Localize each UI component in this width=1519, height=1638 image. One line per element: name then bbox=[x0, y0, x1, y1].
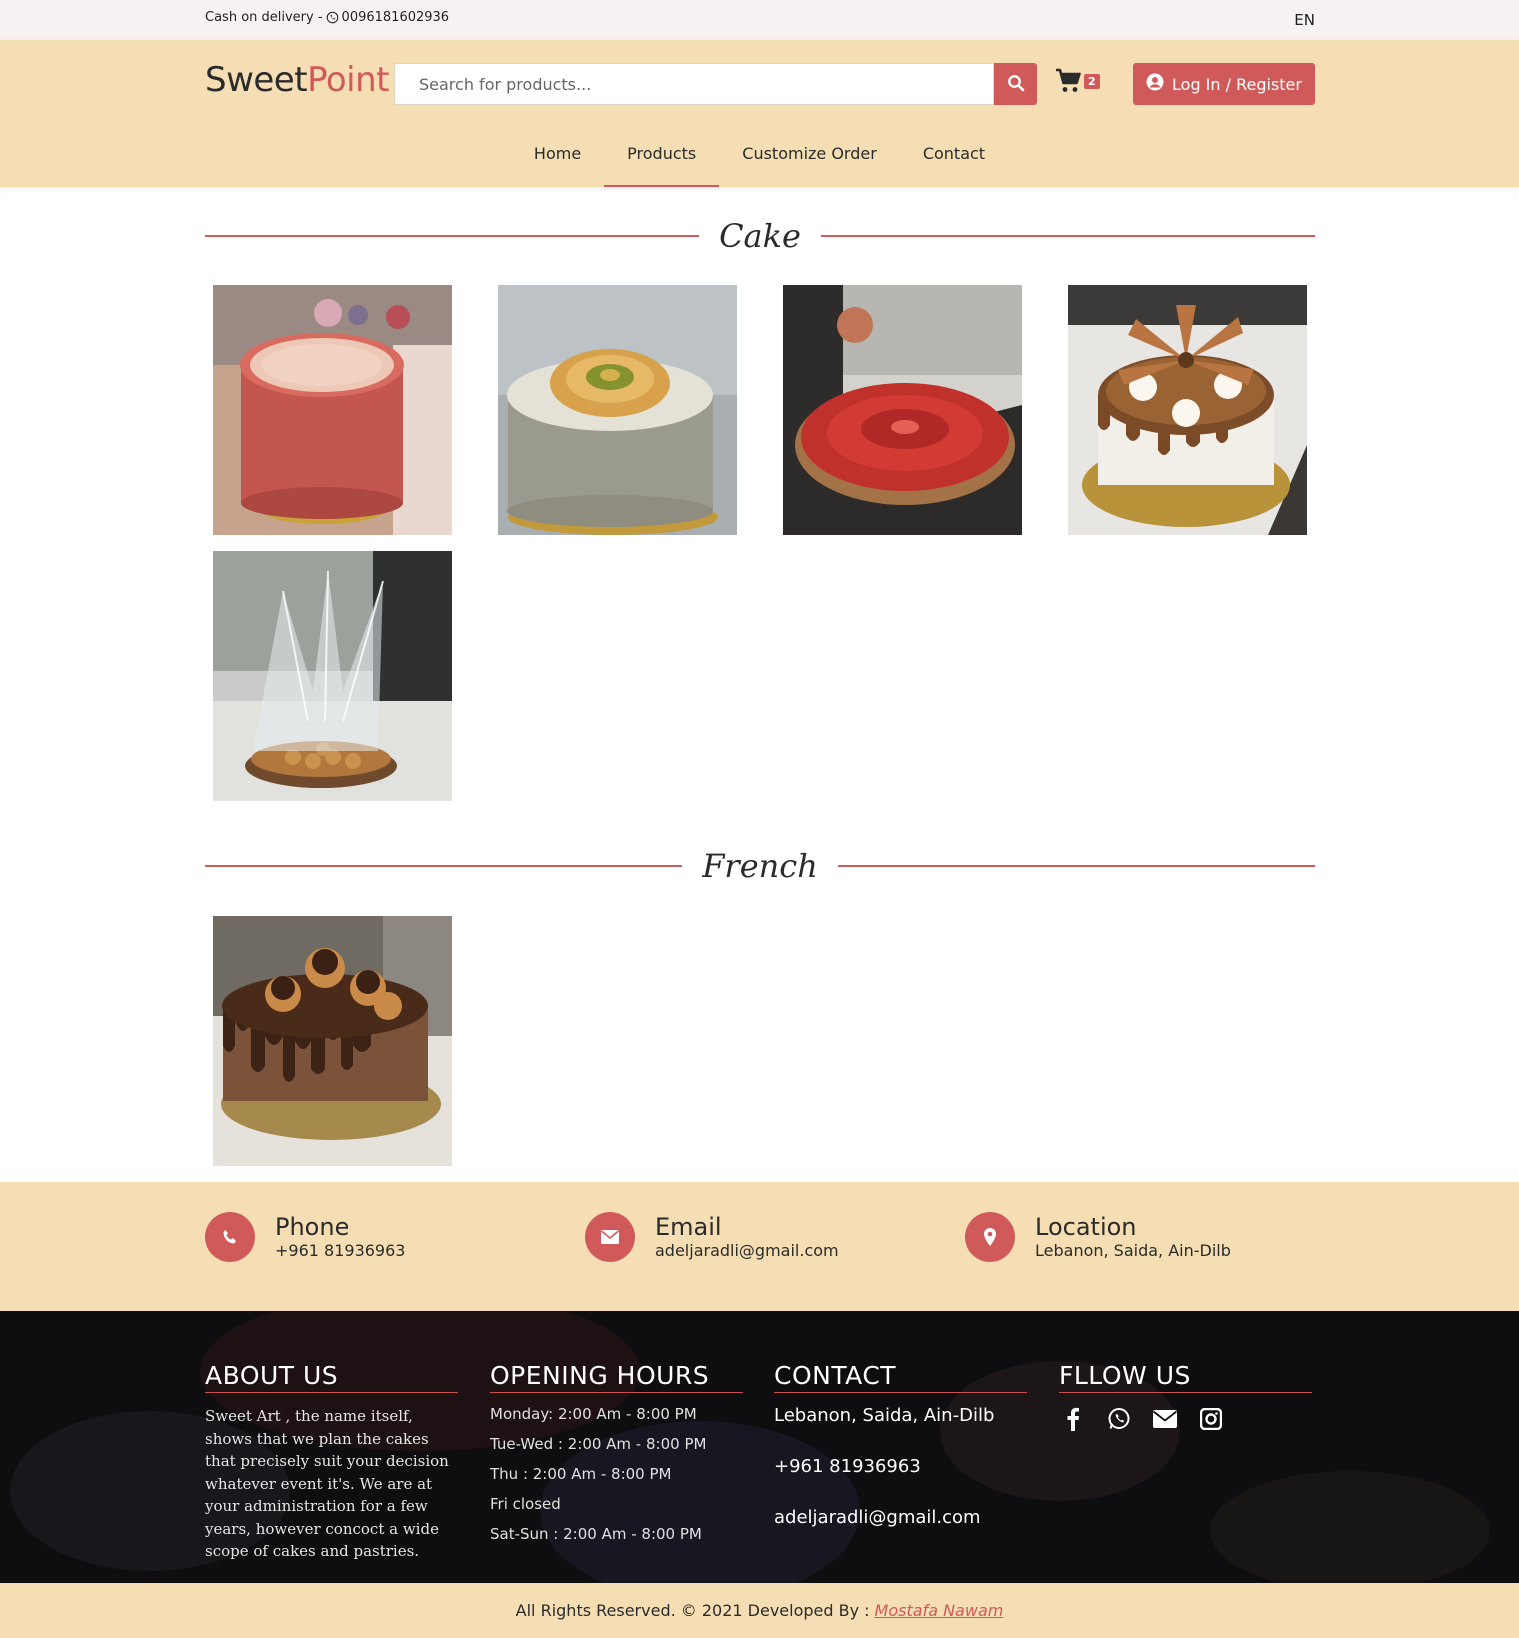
hours-line: Thu : 2:00 Am - 8:00 PM bbox=[490, 1465, 672, 1483]
search-button[interactable] bbox=[994, 63, 1037, 105]
login-register-button[interactable]: Log In / Register bbox=[1133, 63, 1315, 105]
nav-home[interactable]: Home bbox=[511, 130, 604, 187]
delivery-info: Cash on delivery - 0096181602936 bbox=[205, 10, 449, 25]
phone-label: Phone bbox=[275, 1213, 350, 1241]
whatsapp-icon[interactable] bbox=[1105, 1405, 1133, 1433]
contact-email: Email adeljaradli@gmail.com bbox=[585, 1212, 839, 1262]
main-nav: Home Products Customize Order Contact bbox=[0, 130, 1519, 187]
user-circle-icon bbox=[1146, 73, 1164, 95]
contact-strip: Phone +961 81936963 Email adeljaradli@gm… bbox=[0, 1182, 1519, 1311]
product-card[interactable] bbox=[1068, 285, 1307, 535]
title-divider bbox=[837, 865, 1316, 867]
map-marker-icon bbox=[965, 1212, 1015, 1262]
developer-link[interactable]: Mostafa Nawam bbox=[875, 1601, 1004, 1620]
email-label: Email bbox=[655, 1213, 722, 1241]
footer-about: ABOUT US Sweet Art , the name itself, sh… bbox=[205, 1361, 458, 1563]
social-links bbox=[1059, 1405, 1312, 1433]
follow-title: FLLOW US bbox=[1059, 1361, 1312, 1393]
cart-button[interactable]: 2 bbox=[1055, 68, 1100, 98]
cart-count-badge: 2 bbox=[1084, 74, 1100, 89]
phone-value: +961 81936963 bbox=[275, 1241, 406, 1260]
footer: ABOUT US Sweet Art , the name itself, sh… bbox=[0, 1311, 1519, 1583]
nav-customize-order[interactable]: Customize Order bbox=[719, 130, 900, 187]
logo-part2: Point bbox=[307, 60, 389, 100]
footer-contact: CONTACT Lebanon, Saida, Ain-Dilb +961 81… bbox=[774, 1361, 1027, 1558]
login-label: Log In / Register bbox=[1172, 74, 1302, 94]
delivery-phone: 0096181602936 bbox=[341, 10, 450, 25]
whatsapp-icon bbox=[326, 11, 339, 24]
envelope-icon bbox=[585, 1212, 635, 1262]
delivery-text: Cash on delivery - bbox=[205, 10, 323, 25]
search-input[interactable] bbox=[394, 63, 995, 105]
envelope-icon[interactable] bbox=[1151, 1405, 1179, 1433]
language-selector[interactable]: EN bbox=[1294, 11, 1315, 29]
phone-icon bbox=[205, 1212, 255, 1262]
about-title: ABOUT US bbox=[205, 1361, 458, 1393]
product-card[interactable] bbox=[213, 916, 452, 1166]
logo[interactable]: SweetPoint bbox=[205, 60, 389, 100]
cart-icon bbox=[1055, 68, 1082, 98]
footer-location: Lebanon, Saida, Ain-Dilb bbox=[774, 1405, 995, 1426]
email-value: adeljaradli@gmail.com bbox=[655, 1241, 839, 1260]
product-image bbox=[213, 916, 452, 1166]
title-divider bbox=[205, 235, 700, 237]
nav-products[interactable]: Products bbox=[604, 130, 720, 187]
about-text: Sweet Art , the name itself, shows that … bbox=[205, 1407, 449, 1560]
facebook-icon[interactable] bbox=[1059, 1405, 1087, 1433]
product-card[interactable] bbox=[213, 551, 452, 801]
search-icon bbox=[1007, 74, 1025, 95]
search-bar bbox=[394, 63, 1037, 105]
header: SweetPoint 2 Log In / Register Home Prod… bbox=[0, 40, 1519, 187]
title-divider bbox=[820, 235, 1316, 237]
hours-line: Sat-Sun : 2:00 Am - 8:00 PM bbox=[490, 1525, 702, 1543]
product-image bbox=[1068, 285, 1307, 535]
contact-title: CONTACT bbox=[774, 1361, 1027, 1393]
instagram-icon[interactable] bbox=[1197, 1405, 1225, 1433]
nav-contact[interactable]: Contact bbox=[900, 130, 1008, 187]
product-card[interactable] bbox=[783, 285, 1022, 535]
product-image bbox=[498, 285, 737, 535]
hours-line: Fri closed bbox=[490, 1495, 561, 1513]
footer-follow: FLLOW US bbox=[1059, 1361, 1312, 1433]
logo-part1: Sweet bbox=[205, 60, 308, 100]
location-label: Location bbox=[1035, 1213, 1137, 1241]
section-title-cake: Cake bbox=[205, 216, 1316, 256]
product-image bbox=[213, 285, 452, 535]
footer-hours: OPENING HOURS Monday: 2:00 Am - 8:00 PM … bbox=[490, 1361, 743, 1555]
section-title-text: French bbox=[702, 847, 818, 885]
contact-location: Location Lebanon, Saida, Ain-Dilb bbox=[965, 1212, 1231, 1262]
hours-line: Tue-Wed : 2:00 Am - 8:00 PM bbox=[490, 1435, 707, 1453]
section-title-french: French bbox=[205, 846, 1316, 886]
product-image bbox=[213, 551, 452, 801]
top-bar: Cash on delivery - 0096181602936 EN bbox=[0, 0, 1519, 40]
footer-email[interactable]: adeljaradli@gmail.com bbox=[774, 1507, 1027, 1528]
product-card[interactable] bbox=[213, 285, 452, 535]
copyright-text: All Rights Reserved. © 2021 Developed By… bbox=[515, 1601, 870, 1620]
product-image bbox=[783, 285, 1022, 535]
hours-title: OPENING HOURS bbox=[490, 1361, 743, 1393]
hours-line: Monday: 2:00 Am - 8:00 PM bbox=[490, 1405, 697, 1423]
footer-phone[interactable]: +961 81936963 bbox=[774, 1456, 1027, 1477]
contact-phone: Phone +961 81936963 bbox=[205, 1212, 405, 1262]
title-divider bbox=[205, 865, 683, 867]
section-title-text: Cake bbox=[719, 217, 801, 255]
copyright-bar: All Rights Reserved. © 2021 Developed By… bbox=[0, 1583, 1519, 1638]
location-value: Lebanon, Saida, Ain-Dilb bbox=[1035, 1241, 1231, 1260]
product-card[interactable] bbox=[498, 285, 737, 535]
